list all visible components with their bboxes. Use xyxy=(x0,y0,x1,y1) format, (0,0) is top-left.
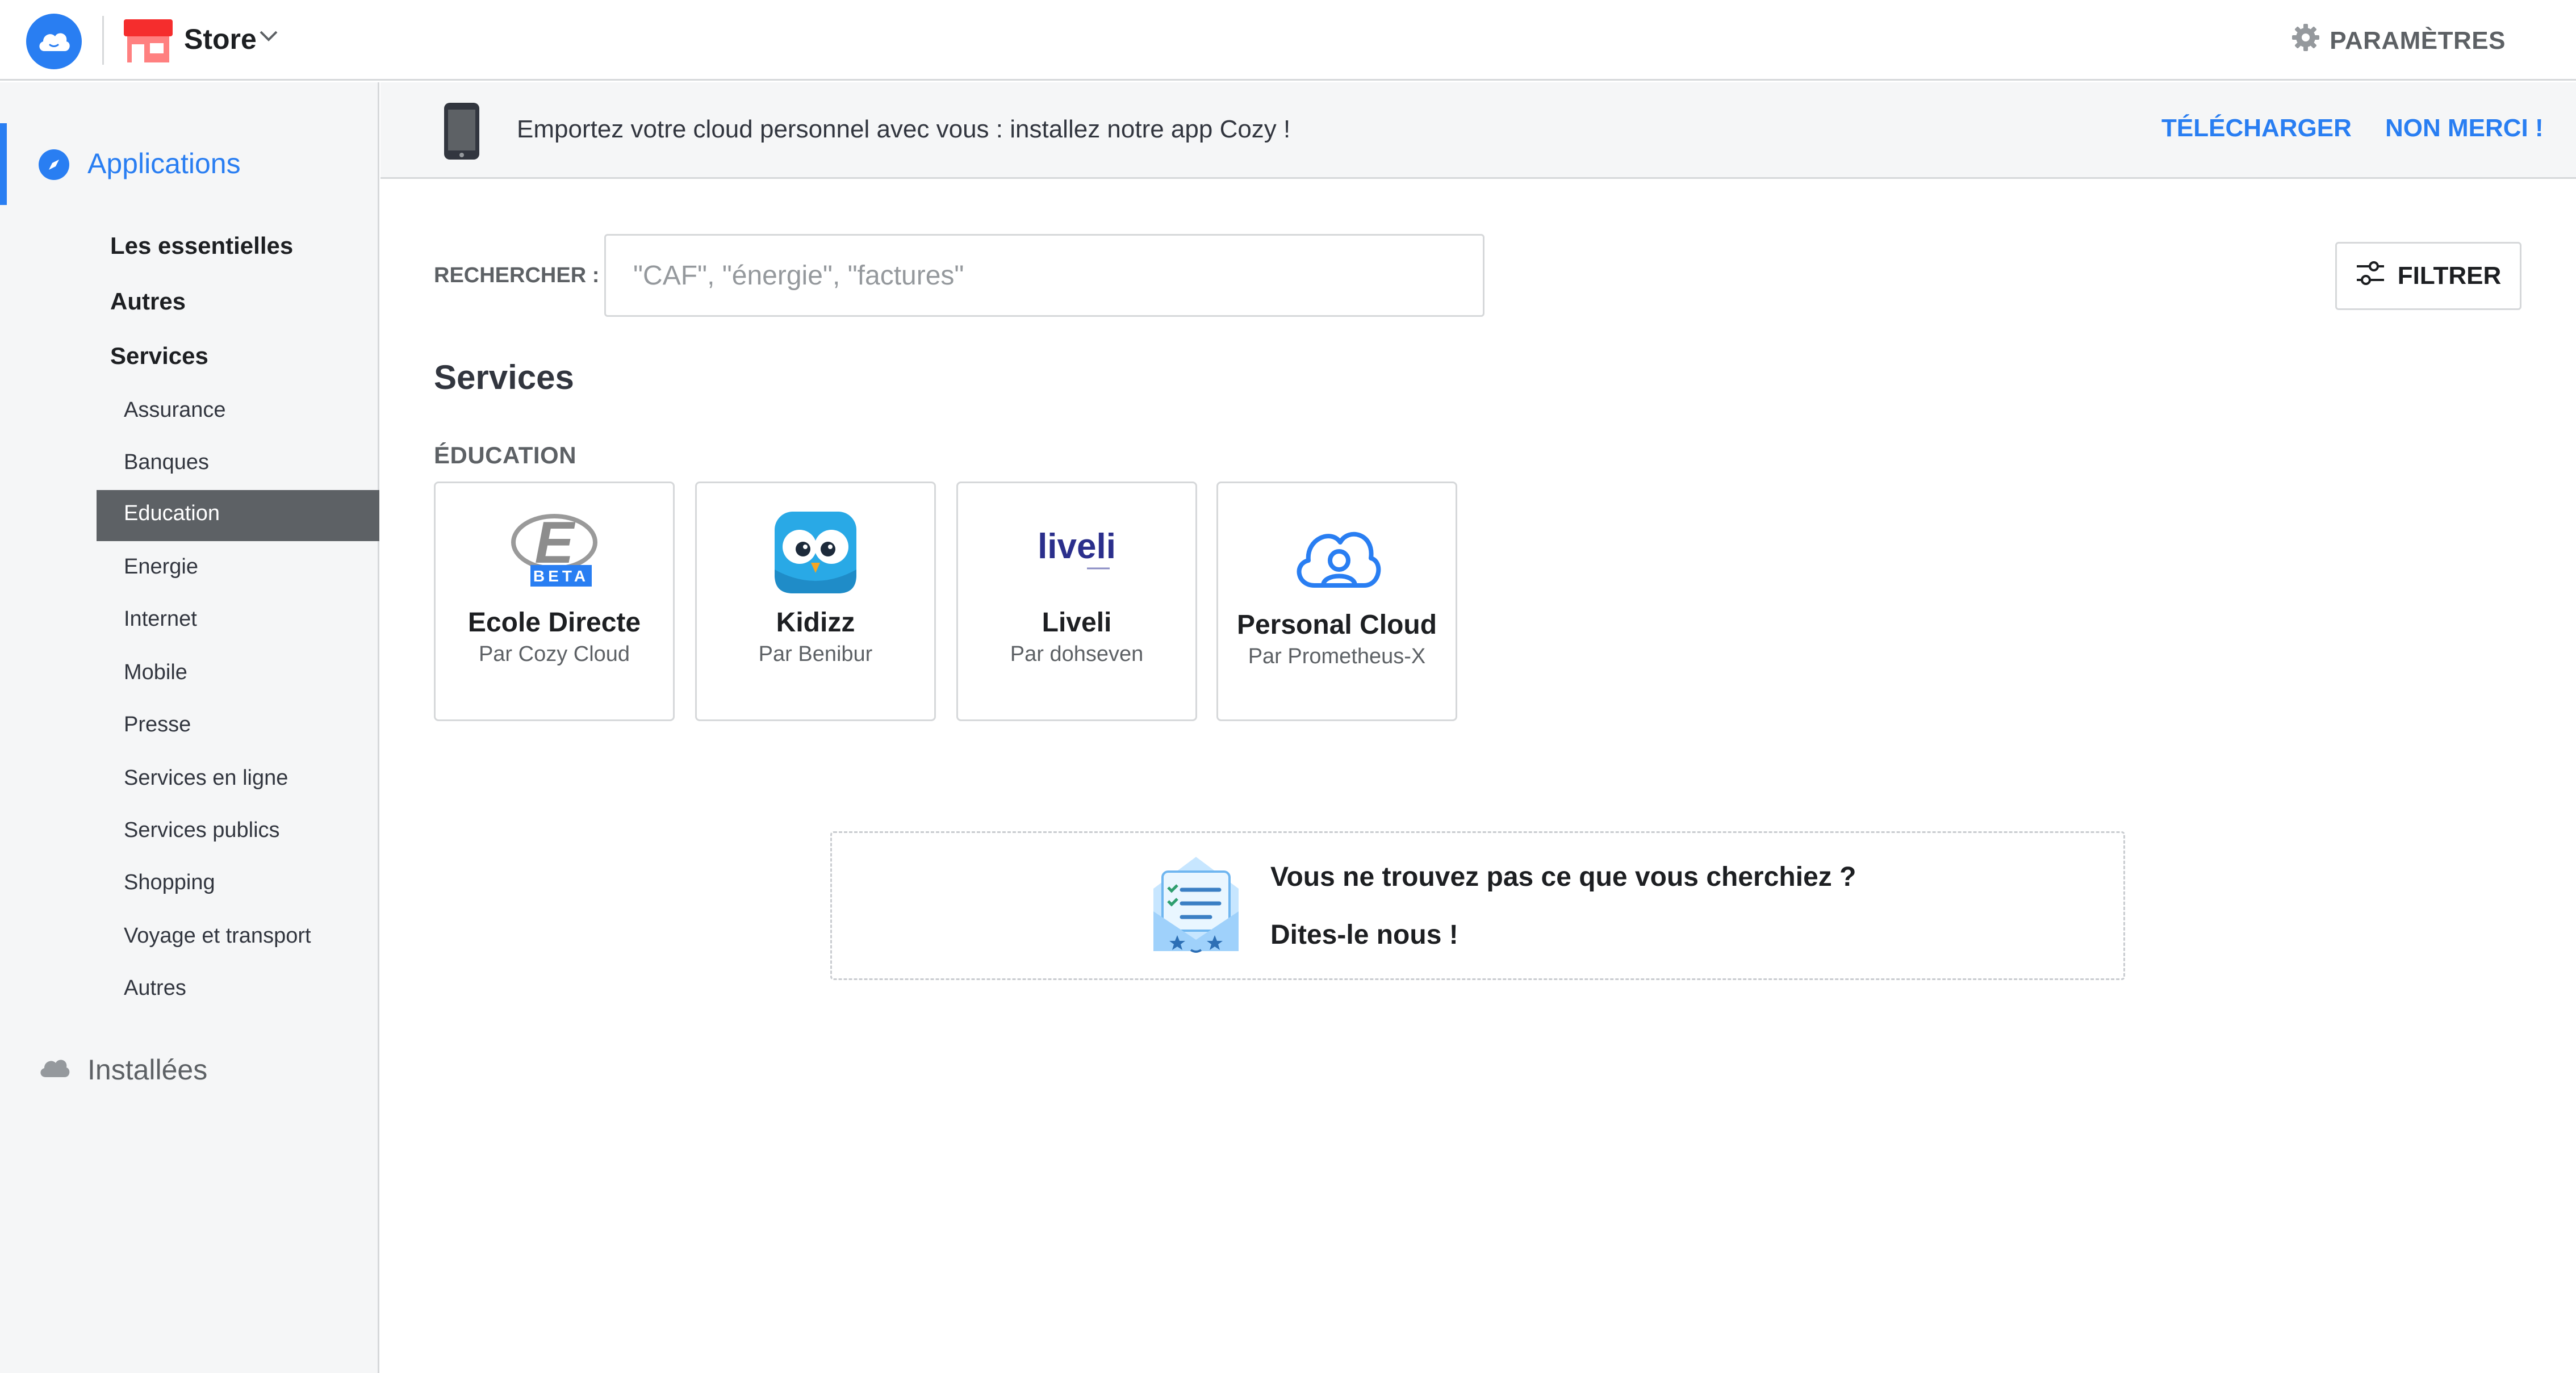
gear-icon xyxy=(2291,23,2320,58)
store-icon xyxy=(124,18,173,64)
card-author: Par dohseven xyxy=(1010,642,1144,666)
compass-icon xyxy=(39,149,69,180)
sidebar-subitem-mobile[interactable]: Mobile xyxy=(124,660,187,685)
sidebar-subitem-services-en-ligne[interactable]: Services en ligne xyxy=(124,766,288,790)
ecole-directe-logo: E BETA xyxy=(509,507,600,598)
sidebar-item-label: Applications xyxy=(87,148,241,179)
search-label: RECHERCHER : xyxy=(434,263,600,287)
sidebar-subitem-presse[interactable]: Presse xyxy=(124,713,191,737)
app-card-personal-cloud[interactable]: Personal Cloud Par Prometheus-X xyxy=(1216,482,1457,721)
app-card-ecole-directe[interactable]: E BETA Ecole Directe Par Cozy Cloud xyxy=(434,482,675,721)
app-card-kidizz[interactable]: Kidizz Par Benibur xyxy=(695,482,936,721)
section-title: Services xyxy=(434,358,574,396)
sidebar-subitem-services-publics[interactable]: Services publics xyxy=(124,818,280,843)
suggest-app-box[interactable]: Vous ne trouvez pas ce que vous cherchie… xyxy=(830,831,2125,980)
card-title: Personal Cloud xyxy=(1236,610,1437,640)
liveli-logo: liveli xyxy=(1031,507,1122,598)
sidebar-subitem-internet[interactable]: Internet xyxy=(124,607,197,631)
card-title: Ecole Directe xyxy=(467,608,641,638)
suggest-question: Vous ne trouvez pas ce que vous cherchie… xyxy=(1270,862,1856,892)
sidebar-category-services[interactable]: Services xyxy=(110,342,208,370)
svg-text:BETA: BETA xyxy=(533,567,589,585)
chevron-down-icon[interactable] xyxy=(259,30,278,45)
settings-button[interactable]: PARAMÈTRES xyxy=(2291,23,2506,58)
card-author: Par Cozy Cloud xyxy=(478,642,630,666)
sidebar-category-autres[interactable]: Autres xyxy=(110,288,186,315)
search-input[interactable] xyxy=(604,234,1484,317)
card-title: Kidizz xyxy=(776,608,855,638)
app-card-liveli[interactable]: liveli Liveli Par dohseven xyxy=(956,482,1197,721)
smartphone-icon xyxy=(443,102,480,164)
card-title: Liveli xyxy=(1042,608,1112,638)
sidebar-category-essentielles[interactable]: Les essentielles xyxy=(110,232,293,259)
sidebar-subitem-assurance[interactable]: Assurance xyxy=(124,398,226,422)
sidebar-subitem-shopping[interactable]: Shopping xyxy=(124,870,215,895)
app-name[interactable]: Store xyxy=(184,23,257,56)
sidebar-subitem-voyage[interactable]: Voyage et transport xyxy=(124,924,311,948)
kidizz-owl-logo xyxy=(770,507,861,598)
active-indicator xyxy=(0,123,7,205)
suggest-link[interactable]: Dites-le nous ! xyxy=(1270,919,1458,951)
sidebar-item-label: Installées xyxy=(87,1054,208,1086)
sidebar: Applications Les essentielles Autres Ser… xyxy=(0,82,379,1373)
sidebar-subitem-banques[interactable]: Banques xyxy=(124,450,209,475)
sidebar-subitem-autres[interactable]: Autres xyxy=(124,976,186,1001)
settings-label: PARAMÈTRES xyxy=(2330,26,2506,55)
sidebar-subitem-education-label: Education xyxy=(124,501,220,525)
header-separator xyxy=(102,16,104,65)
cloud-icon xyxy=(39,1054,70,1082)
top-bar: Store PARAMÈTRES xyxy=(0,0,2576,81)
dismiss-banner-button[interactable]: NON MERCI ! xyxy=(2385,114,2544,143)
suggestion-envelope-icon xyxy=(1148,855,1244,960)
filter-label: FILTRER xyxy=(2397,262,2502,290)
sliders-icon xyxy=(2356,259,2385,293)
subsection-title: ÉDUCATION xyxy=(434,442,577,468)
sidebar-item-installed[interactable]: Installées xyxy=(0,1042,379,1099)
card-author: Par Prometheus-X xyxy=(1248,644,1426,668)
download-app-button[interactable]: TÉLÉCHARGER xyxy=(2161,114,2352,143)
sidebar-subitem-energie[interactable]: Energie xyxy=(124,555,198,579)
banner-text: Emportez votre cloud personnel avec vous… xyxy=(517,115,1291,143)
install-app-banner: Emportez votre cloud personnel avec vous… xyxy=(380,82,2576,179)
cozy-cloud-icon[interactable] xyxy=(26,14,82,69)
sidebar-item-applications[interactable]: Applications xyxy=(0,123,379,205)
filter-button[interactable]: FILTRER xyxy=(2335,242,2521,310)
personal-cloud-logo xyxy=(1291,507,1382,598)
card-author: Par Benibur xyxy=(758,642,873,666)
svg-text:liveli: liveli xyxy=(1038,527,1116,566)
